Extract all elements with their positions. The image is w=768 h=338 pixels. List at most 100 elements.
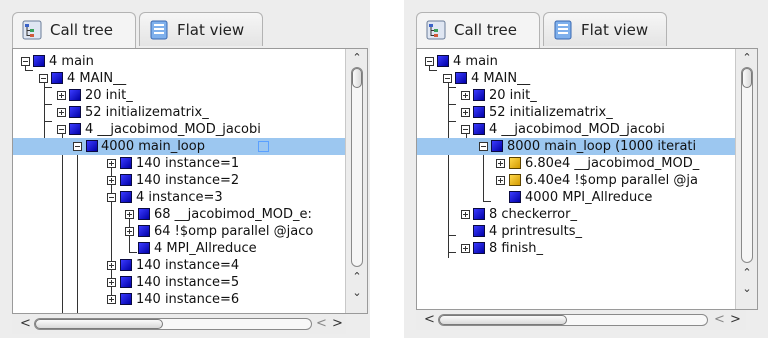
tree-row-label: 64 !$omp parallel @jaco	[154, 224, 314, 239]
vertical-scrollbar[interactable]: ⌃ ⌃ ⌄	[735, 49, 757, 309]
call-tree-view[interactable]: 4 main 4 MAIN__ 20 init_ 52 initializema…	[416, 48, 758, 310]
tree-row[interactable]: 6.80e4 __jacobimod_MOD_	[417, 155, 735, 172]
tree-row-label: 140 instance=4	[136, 258, 240, 273]
scrollbar-track[interactable]	[34, 318, 312, 330]
expand-toggle-icon[interactable]	[107, 176, 116, 185]
collapse-toggle-icon[interactable]	[479, 142, 488, 151]
scroll-left-icon[interactable]: <	[424, 313, 435, 327]
node-icon	[473, 208, 485, 220]
scroll-left-icon[interactable]: <	[316, 317, 327, 331]
node-icon	[33, 55, 45, 67]
expand-toggle-icon[interactable]	[461, 91, 470, 100]
node-icon	[473, 123, 485, 135]
tab-call-tree[interactable]: Call tree	[416, 12, 540, 48]
scrollbar-thumb[interactable]	[35, 319, 163, 329]
collapse-toggle-icon[interactable]	[21, 57, 30, 66]
node-icon	[138, 225, 150, 237]
collapse-toggle-icon[interactable]	[425, 57, 434, 66]
expand-toggle-icon[interactable]	[107, 261, 116, 270]
tab-flat-view-label: Flat view	[177, 21, 245, 39]
tree-row-label: 4 instance=3	[136, 190, 223, 205]
scrollbar-track[interactable]	[438, 314, 708, 326]
expand-toggle-icon[interactable]	[107, 278, 116, 287]
tree-row[interactable]: 6.40e4 !$omp parallel @ja	[417, 172, 735, 189]
horizontal-scrollbar[interactable]: < < >	[12, 314, 346, 334]
scrollbar-thumb[interactable]	[439, 315, 567, 325]
expand-toggle-icon[interactable]	[57, 91, 66, 100]
scroll-down-icon[interactable]: ⌄	[736, 283, 757, 295]
scrollbar-track[interactable]	[741, 67, 753, 263]
tree-row-label: 4000 main_loop	[101, 139, 205, 154]
left-call-tree-panel: Call tree Flat view 4 main 4 MAIN__ 20 i…	[0, 0, 370, 338]
call-tree-icon	[22, 20, 42, 40]
scroll-right-icon[interactable]: >	[730, 313, 741, 327]
node-icon	[120, 276, 132, 288]
tree-row-selected[interactable]: 4000 main_loop	[13, 138, 347, 155]
tab-call-tree-label: Call tree	[50, 21, 113, 39]
node-icon	[120, 174, 132, 186]
collapse-toggle-icon[interactable]	[57, 125, 66, 134]
expand-toggle-icon[interactable]	[107, 295, 116, 304]
tree-row-label: 52 initializematrix_	[489, 105, 613, 120]
scroll-up-icon[interactable]: ⌃	[346, 271, 367, 283]
expand-toggle-icon[interactable]	[496, 176, 505, 185]
scrollbar-thumb[interactable]	[352, 68, 362, 88]
call-tree-view[interactable]: 4 main 4 MAIN__ 20 init_ 52 initializema…	[12, 48, 368, 314]
tab-call-tree[interactable]: Call tree	[12, 12, 136, 48]
node-icon	[491, 140, 503, 152]
tab-flat-view[interactable]: Flat view	[139, 12, 263, 46]
expand-toggle-icon[interactable]	[107, 159, 116, 168]
tree-row-label: 6.80e4 __jacobimod_MOD_	[525, 156, 700, 171]
scroll-up-icon[interactable]: ⌃	[736, 52, 757, 64]
scroll-up-icon[interactable]: ⌃	[736, 267, 757, 279]
node-icon	[120, 293, 132, 305]
scroll-right-icon[interactable]: >	[332, 317, 343, 331]
tree-row-label: 20 init_	[489, 88, 537, 103]
scrollbar-track[interactable]	[351, 67, 363, 267]
expand-toggle-icon[interactable]	[57, 108, 66, 117]
tree-row-label: 140 instance=6	[136, 292, 240, 307]
scroll-up-icon[interactable]: ⌃	[346, 52, 367, 64]
expand-toggle-icon[interactable]	[125, 227, 134, 236]
scroll-left-icon[interactable]: <	[20, 317, 31, 331]
tree-row-selected[interactable]: 8000 main_loop (1000 iterati	[417, 138, 735, 155]
node-icon	[473, 106, 485, 118]
node-icon	[473, 242, 485, 254]
tab-flat-view-label: Flat view	[581, 21, 649, 39]
tree-row-label: 6.40e4 !$omp parallel @ja	[525, 173, 698, 188]
tree-row-label: 140 instance=5	[136, 275, 240, 290]
node-icon	[473, 89, 485, 101]
collapse-toggle-icon[interactable]	[39, 74, 48, 83]
collapse-toggle-icon[interactable]	[107, 193, 116, 202]
tree-row-label: 68 __jacobimod_MOD_e:	[154, 207, 312, 222]
scroll-down-icon[interactable]: ⌄	[346, 287, 367, 299]
collapse-toggle-icon[interactable]	[73, 142, 82, 151]
expand-toggle-icon[interactable]	[461, 210, 470, 219]
collapse-toggle-icon[interactable]	[461, 125, 470, 134]
scroll-left-icon[interactable]: <	[714, 313, 725, 327]
node-icon	[51, 72, 63, 84]
expand-toggle-icon[interactable]	[461, 244, 470, 253]
tree-row-label: 4 MPI_Allreduce	[154, 241, 257, 256]
tree-row-label: 8 finish_	[489, 241, 543, 256]
tree-row-label: 4 MAIN__	[67, 71, 127, 86]
flat-view-icon	[554, 20, 572, 40]
node-icon	[69, 106, 81, 118]
scrollbar-thumb[interactable]	[742, 68, 752, 88]
tree-row-label: 4 main	[49, 54, 94, 69]
expand-toggle-icon[interactable]	[125, 210, 134, 219]
expand-toggle-icon[interactable]	[461, 108, 470, 117]
node-icon	[120, 157, 132, 169]
tree-row-label: 8000 main_loop (1000 iterati	[507, 139, 697, 154]
call-tree-icon	[426, 20, 446, 40]
collapse-toggle-icon[interactable]	[443, 74, 452, 83]
tab-flat-view[interactable]: Flat view	[543, 12, 667, 46]
horizontal-scrollbar[interactable]: < < >	[416, 310, 746, 330]
vertical-scrollbar[interactable]: ⌃ ⌃ ⌄	[345, 49, 367, 313]
expand-toggle-icon[interactable]	[496, 159, 505, 168]
tree-row-label: 4 __jacobimod_MOD_jacobi	[489, 122, 665, 137]
node-icon	[473, 225, 485, 237]
node-icon	[455, 72, 467, 84]
node-icon	[120, 191, 132, 203]
tree-row-label: 140 instance=1	[136, 156, 240, 171]
